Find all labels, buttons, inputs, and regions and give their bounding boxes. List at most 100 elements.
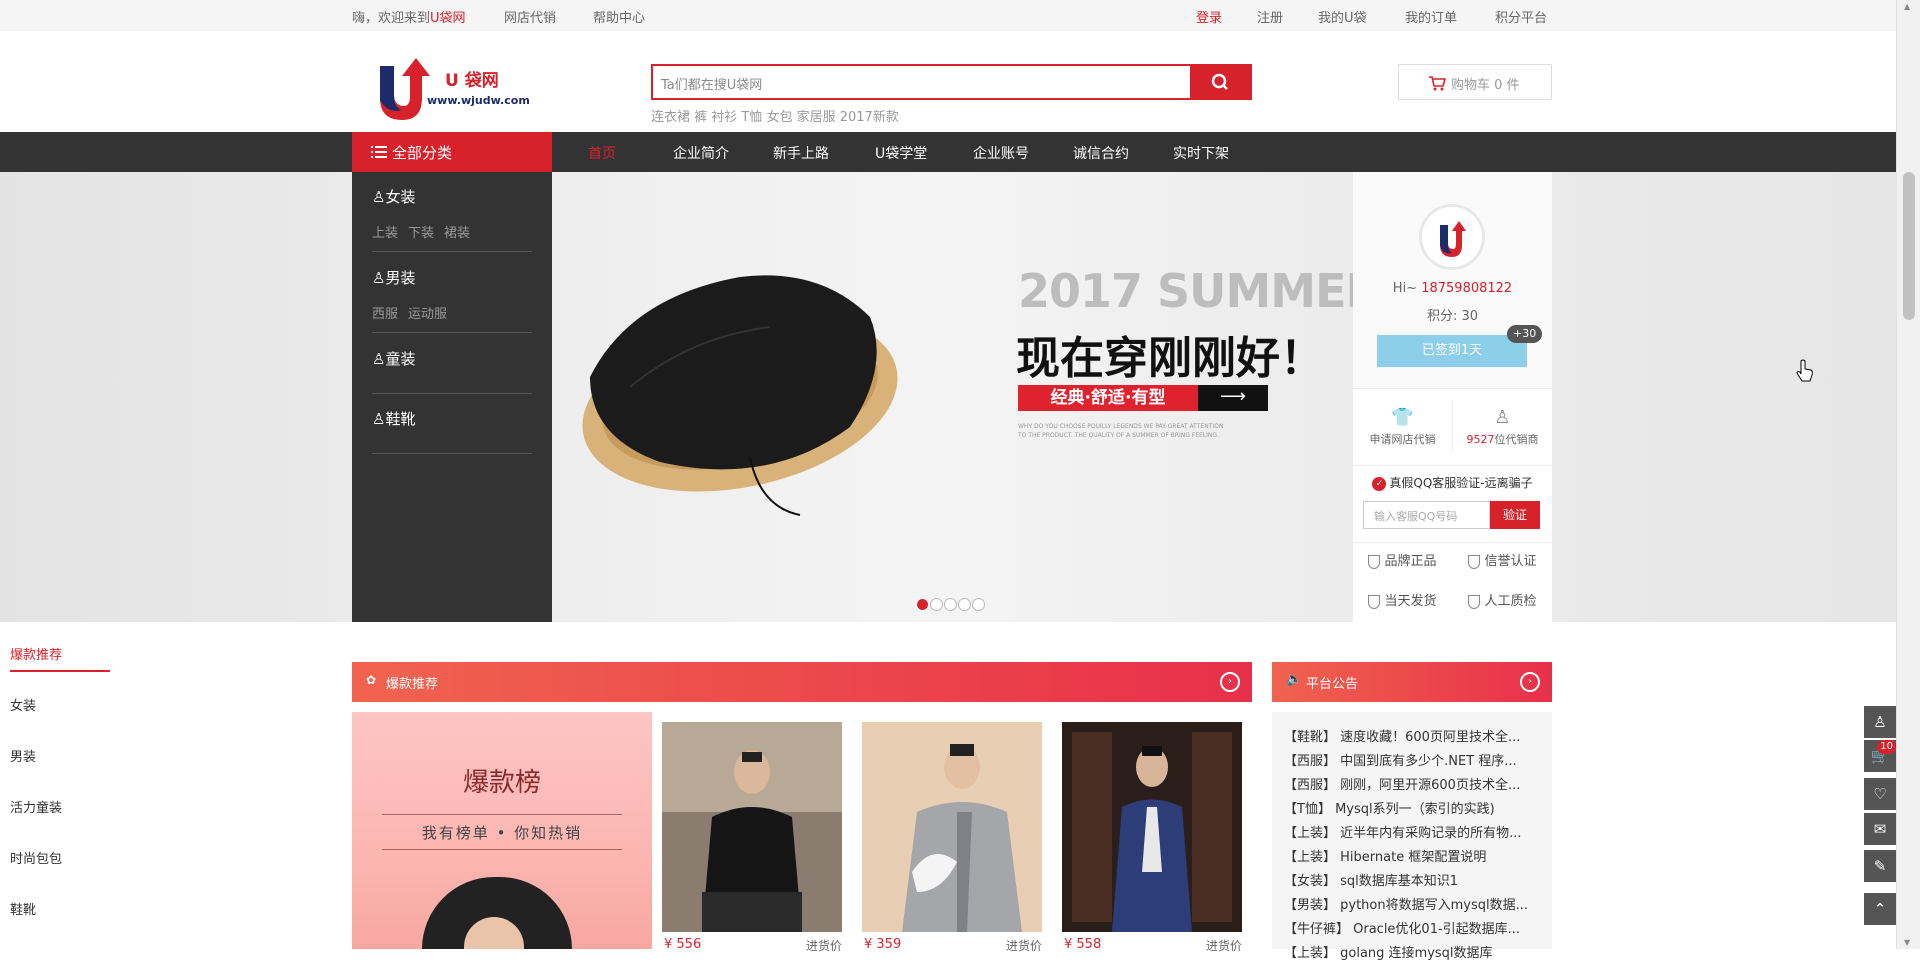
- side-chat-button[interactable]: ✉: [1864, 813, 1896, 845]
- floor-nav-men[interactable]: 男装: [10, 746, 36, 765]
- my-orders-link[interactable]: 我的订单: [1405, 7, 1457, 26]
- category-women[interactable]: ♙女装: [372, 186, 415, 207]
- welcome-brand-link[interactable]: U袋网: [430, 11, 466, 26]
- carousel-dot-4[interactable]: [958, 598, 971, 611]
- product-card[interactable]: ¥ 359 进货价: [862, 722, 1042, 953]
- hot-ranking-subtitle: 我有榜单 • 你知热销: [421, 824, 583, 842]
- dropship-count: 9527: [1466, 433, 1495, 446]
- nav-enterprise-account[interactable]: 企业账号: [973, 143, 1029, 163]
- product-card[interactable]: ¥ 558 进货价: [1062, 722, 1242, 953]
- page-scrollbar[interactable]: ▲ ▼: [1896, 0, 1920, 949]
- product-price: ¥ 558: [1064, 937, 1102, 952]
- product-price-tag: 进货价: [805, 939, 842, 953]
- link-dropship[interactable]: 网店代销: [504, 7, 556, 26]
- floor-nav-kids[interactable]: 活力童装: [10, 797, 62, 816]
- dropship-count-option[interactable]: ♙ 9527位代销商: [1453, 397, 1552, 457]
- sub-tops[interactable]: 上装: [372, 226, 398, 241]
- notice-item[interactable]: 【上装】 Hibernate 框架配置说明: [1284, 846, 1546, 865]
- sub-suits[interactable]: 西服: [372, 307, 398, 322]
- user-phone[interactable]: 18759808122: [1421, 281, 1512, 296]
- nav-home[interactable]: 首页: [588, 143, 616, 163]
- greeting-hi: Hi~: [1392, 281, 1418, 296]
- scrollbar-thumb[interactable]: [1903, 172, 1915, 320]
- ranking-divider: [382, 814, 622, 815]
- hot-search-words[interactable]: 连衣裙 裤 衬衫 T恤 女包 家居服 2017新款: [651, 106, 899, 125]
- floor-nav-hot[interactable]: 爆款推荐: [10, 644, 62, 663]
- nav-company-intro[interactable]: 企业简介: [673, 143, 729, 163]
- welcome-text: 嗨，欢迎来到U袋网: [352, 7, 466, 26]
- nav-beginner[interactable]: 新手上路: [773, 143, 829, 163]
- notice-item[interactable]: 【牛仔裤】 Oracle优化01-引起数据库...: [1284, 918, 1546, 937]
- hero-banner[interactable]: 2017 SUMMER 现在穿刚刚好！ 经典·舒适·有型 ⟶ WHY DO YO…: [0, 172, 1896, 622]
- nav-udai-school[interactable]: U袋学堂: [875, 143, 927, 163]
- category-women-subs: 上装 下装 裙装: [372, 222, 480, 241]
- side-cart-button[interactable]: 🛒 10: [1864, 740, 1896, 772]
- notice-item[interactable]: 【T恤】 Mysql系列一（索引的实践): [1284, 798, 1546, 817]
- user-points: 积分: 30: [1426, 309, 1479, 324]
- notice-item[interactable]: 【男装】 python将数据写入mysql数据...: [1284, 894, 1546, 913]
- floor-nav-bags[interactable]: 时尚包包: [10, 848, 62, 867]
- site-logo[interactable]: U 袋网 www.wjudw.com: [372, 48, 542, 123]
- carousel-dot-2[interactable]: [930, 598, 943, 611]
- category-shoes[interactable]: ♙鞋靴: [372, 408, 415, 429]
- side-feedback-button[interactable]: ✎: [1864, 850, 1896, 882]
- award-icon: ✿: [366, 673, 377, 687]
- category-divider: [372, 453, 532, 454]
- carousel-dot-3[interactable]: [944, 598, 957, 611]
- cart-button[interactable]: 购物车 0 件: [1398, 64, 1552, 100]
- user-icon: ♙: [1873, 713, 1887, 731]
- scroll-up-arrow-icon[interactable]: ▲: [1904, 2, 1910, 11]
- avatar[interactable]: [1419, 204, 1485, 270]
- carousel-dot-1[interactable]: [916, 598, 929, 611]
- search-input[interactable]: Ta们都在搜U袋网: [661, 74, 762, 93]
- product-price: ¥ 359: [864, 937, 902, 952]
- category-men[interactable]: ♙男装: [372, 267, 415, 288]
- floor-nav-shoes[interactable]: 鞋靴: [10, 899, 36, 918]
- all-categories-button[interactable]: 全部分类: [352, 132, 552, 172]
- list-icon: [371, 146, 387, 158]
- chat-icon: ✉: [1873, 820, 1887, 838]
- qq-verify-button[interactable]: 验证: [1490, 501, 1540, 529]
- notice-more-icon[interactable]: ›: [1520, 672, 1540, 692]
- notice-item[interactable]: 【女装】 sql数据库基本知识1: [1284, 870, 1546, 889]
- badge-sameday-label: 当天发货: [1384, 594, 1437, 609]
- search-button[interactable]: [1190, 66, 1250, 98]
- sub-skirts[interactable]: 裙装: [444, 226, 470, 241]
- floor-nav-women[interactable]: 女装: [10, 695, 36, 714]
- side-user-button[interactable]: ♙: [1864, 706, 1896, 738]
- register-link[interactable]: 注册: [1257, 7, 1283, 26]
- sub-bottoms[interactable]: 下装: [408, 226, 434, 241]
- category-kids[interactable]: ♙童装: [372, 348, 415, 369]
- points-platform-link[interactable]: 积分平台: [1495, 7, 1547, 26]
- qq-input[interactable]: 输入客服QQ号码: [1363, 501, 1490, 529]
- login-link[interactable]: 登录: [1196, 7, 1222, 26]
- side-favorites-button[interactable]: ♡: [1864, 778, 1896, 810]
- link-help-center[interactable]: 帮助中心: [593, 7, 645, 26]
- carousel-dot-5[interactable]: [972, 598, 985, 611]
- notice-item[interactable]: 【西服】 刚刚，阿里开源600页技术全...: [1284, 774, 1546, 793]
- sub-sportswear[interactable]: 运动服: [408, 307, 447, 322]
- product-card[interactable]: ¥ 556 进货价: [662, 722, 842, 953]
- product-image: [1062, 722, 1242, 932]
- shield-badge-icon: ✓: [1372, 476, 1387, 491]
- notice-item[interactable]: 【西服】 中国到底有多少个.NET 程序...: [1284, 750, 1546, 769]
- product-image: [862, 722, 1042, 932]
- hot-section-more-icon[interactable]: ›: [1220, 672, 1240, 692]
- my-udai-link[interactable]: 我的U袋: [1318, 7, 1367, 26]
- welcome-prefix: 嗨，欢迎来到: [352, 11, 431, 26]
- logo-domain: www.wjudw.com: [427, 94, 530, 107]
- notice-item[interactable]: 【上装】 近半年内有采购记录的所有物...: [1284, 822, 1546, 841]
- search-box[interactable]: Ta们都在搜U袋网: [651, 64, 1252, 100]
- nav-realtime-delist[interactable]: 实时下架: [1173, 143, 1229, 163]
- notice-list: 【鞋靴】 速度收藏！600页阿里技术全... 【西服】 中国到底有多少个.NET…: [1272, 712, 1552, 961]
- logo-brand-text: U 袋网: [445, 71, 499, 91]
- scroll-down-arrow-icon[interactable]: ▼: [1904, 938, 1910, 947]
- notice-item[interactable]: 【上装】 golang 连接mysql数据库: [1284, 942, 1546, 961]
- edit-icon: ✎: [1873, 857, 1887, 875]
- notice-item[interactable]: 【鞋靴】 速度收藏！600页阿里技术全...: [1284, 726, 1546, 745]
- back-to-top-button[interactable]: ⌃: [1864, 893, 1896, 925]
- signin-button[interactable]: 已签到1天: [1377, 335, 1527, 367]
- hot-ranking-box[interactable]: 爆款榜 我有榜单 • 你知热销: [352, 712, 652, 949]
- apply-dropship-option[interactable]: 👕 申请网店代销: [1353, 397, 1452, 457]
- nav-integrity-contract[interactable]: 诚信合约: [1073, 143, 1129, 163]
